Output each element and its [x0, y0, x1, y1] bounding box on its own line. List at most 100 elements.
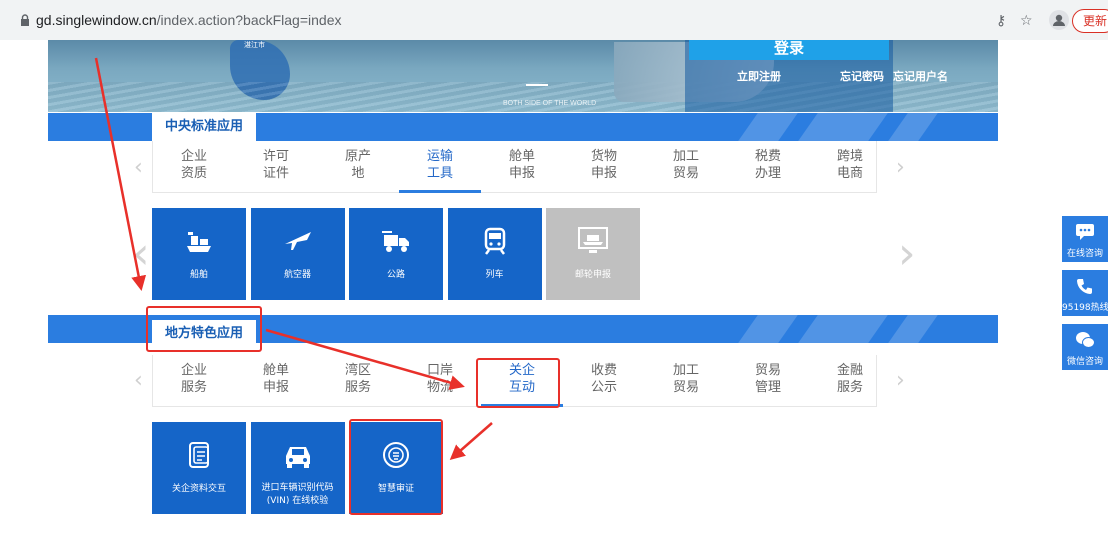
local-tab[interactable]: 收费 公示 — [563, 355, 645, 407]
local-tabs-prev-arrow[interactable]: ‹ — [134, 370, 143, 392]
local-tab-label: 加工 — [672, 363, 699, 378]
local-tab-label: 管理 — [754, 380, 781, 395]
forgot-username-link[interactable]: 忘记用户名 — [893, 68, 948, 84]
local-tab-label: 企业 — [180, 363, 207, 378]
train-icon — [484, 227, 505, 255]
chat-bubble-icon — [1076, 224, 1094, 240]
central-tile[interactable]: 公路 — [349, 208, 443, 300]
car-icon — [285, 447, 310, 468]
central-tab-label: 企业 — [180, 149, 207, 164]
local-tile[interactable]: 关企资料交互 — [152, 422, 246, 514]
phone-icon — [1077, 279, 1092, 294]
central-tab-label: 加工 — [672, 149, 699, 164]
local-tab[interactable]: 湾区 服务 — [317, 355, 399, 407]
map-city-label: 湛江市 — [244, 42, 265, 49]
central-tab-row: 企业 资质 许可 证件 原产地运输 工具 舱单 申报 货物 申报 加工 贸易 税费 办理 跨境 电商 — [152, 141, 877, 193]
side-tool-button[interactable]: 微信咨询 — [1062, 324, 1108, 370]
local-tabs-next-arrow[interactable]: › — [896, 370, 905, 392]
side-tool-button[interactable]: 95198热线 — [1062, 270, 1108, 316]
forgot-password-link[interactable]: 忘记密码 — [840, 68, 884, 84]
central-tab[interactable]: 加工 贸易 — [645, 141, 727, 193]
browser-update-button[interactable]: 更新 — [1072, 9, 1108, 33]
central-tab-label: 跨境 — [836, 149, 863, 164]
local-tab-label: 贸易 — [754, 363, 781, 378]
person-icon — [1053, 14, 1065, 26]
central-tab[interactable]: 企业 资质 — [153, 141, 235, 193]
central-tab[interactable]: 货物 申报 — [563, 141, 645, 193]
local-tab-label: 服务 — [344, 380, 371, 395]
local-tab-label: 舱单 — [262, 363, 289, 378]
local-tab-label: 公示 — [590, 380, 617, 395]
local-tab-label: 收费 — [590, 363, 617, 378]
central-tab-label: 申报 — [508, 166, 535, 181]
central-tab-label: 货物 — [590, 149, 617, 164]
side-tool-button[interactable]: 在线咨询 — [1062, 216, 1108, 262]
central-tab[interactable]: 跨境 电商 — [809, 141, 891, 193]
local-tab-label: 申报 — [262, 380, 289, 395]
local-tab-label: 物流 — [426, 380, 453, 395]
central-section-title: 中央标准应用 — [152, 113, 256, 141]
central-tile-label: 航空器 — [283, 270, 311, 280]
lock-icon — [21, 14, 29, 26]
central-tab[interactable]: 税费 办理 — [727, 141, 809, 193]
local-tab[interactable]: 贸易 管理 — [727, 355, 809, 407]
highlight-local-title — [146, 306, 262, 352]
highlight-tile-smart-cert — [349, 419, 443, 515]
local-tab[interactable]: 企业 服务 — [153, 355, 235, 407]
central-tabs-prev-arrow[interactable]: ‹ — [134, 157, 143, 179]
truck-icon — [382, 231, 409, 252]
url-host: gd.singlewindow.cn — [36, 12, 157, 28]
central-tab[interactable]: 运输 工具 — [399, 141, 481, 193]
central-tile[interactable]: 航空器 — [250, 208, 345, 300]
central-tab-label: 贸易 — [672, 166, 699, 181]
central-tab-label: 许可 — [262, 149, 289, 164]
central-tile[interactable]: 船舶 — [152, 208, 246, 300]
central-tab[interactable]: 舱单 申报 — [481, 141, 563, 193]
page: gd.singlewindow.cn/index.action?backFlag… — [0, 0, 1108, 540]
local-tab[interactable]: 舱单 申报 — [235, 355, 317, 407]
central-tiles-prev-chevron[interactable]: ‹ — [132, 232, 150, 276]
local-tab-label: 湾区 — [344, 363, 371, 378]
central-tile-label: 邮轮申报 — [574, 270, 611, 280]
key-icon[interactable]: ⚷ — [996, 11, 1006, 29]
highlight-tab-guanqi — [476, 358, 560, 408]
local-tab[interactable]: 口岸 物流 — [399, 355, 481, 407]
local-tab-label: 服务 — [836, 380, 863, 395]
local-tab-label: 贸易 — [672, 380, 699, 395]
hero-caption: BOTH SIDE OF THE WORLD — [503, 100, 597, 107]
local-tab[interactable]: 金融 服务 — [809, 355, 891, 407]
central-tiles-next-chevron[interactable]: › — [898, 232, 916, 276]
register-link[interactable]: 立即注册 — [737, 68, 781, 84]
url-field[interactable]: gd.singlewindow.cn/index.action?backFlag… — [36, 12, 341, 28]
local-tab[interactable]: 加工 贸易 — [645, 355, 727, 407]
ship-icon — [187, 232, 211, 252]
central-tab-label: 舱单 — [508, 149, 535, 164]
side-tool-label: 在线咨询 — [1066, 249, 1103, 259]
login-panel: 登录 立即注册 忘记密码 忘记用户名 — [685, 40, 948, 112]
central-tile[interactable]: 列车 — [447, 208, 542, 300]
local-tile-label: 进口车辆识别代码 — [261, 483, 334, 493]
central-tab-label: 工具 — [426, 166, 453, 181]
document-icon — [189, 442, 209, 468]
local-tile-label-line2: (VIN) 在线校验 — [266, 496, 329, 506]
local-tile[interactable]: 进口车辆识别代码 (VIN) 在线校验 — [250, 422, 345, 514]
central-tab[interactable]: 原产地 — [317, 141, 399, 193]
local-tab-label: 口岸 — [426, 363, 453, 378]
central-tile[interactable]: 邮轮申报 — [546, 208, 640, 300]
central-tab-label: 申报 — [590, 166, 617, 181]
central-tab-label: 运输 — [426, 149, 453, 164]
star-bookmark-icon[interactable]: ☆ — [1020, 11, 1033, 29]
profile-avatar[interactable] — [1049, 10, 1069, 30]
carousel-indicator[interactable] — [526, 84, 548, 86]
central-tabs-next-arrow[interactable]: › — [896, 157, 905, 179]
side-tool-label: 95198热线 — [1062, 303, 1108, 313]
airplane-icon — [284, 232, 311, 250]
central-tab-label: 税费 — [754, 149, 781, 164]
central-tab[interactable]: 许可 证件 — [235, 141, 317, 193]
hero-banner: 湛江市 BOTH SIDE OF THE WORLD 登录 立即注册 忘记密码 … — [48, 40, 998, 112]
cruise-ship-icon — [578, 227, 608, 253]
central-tile-label: 列车 — [485, 270, 504, 280]
login-button[interactable]: 登录 — [689, 40, 889, 60]
wechat-icon — [1076, 332, 1095, 348]
central-tab-label: 地 — [351, 166, 365, 181]
